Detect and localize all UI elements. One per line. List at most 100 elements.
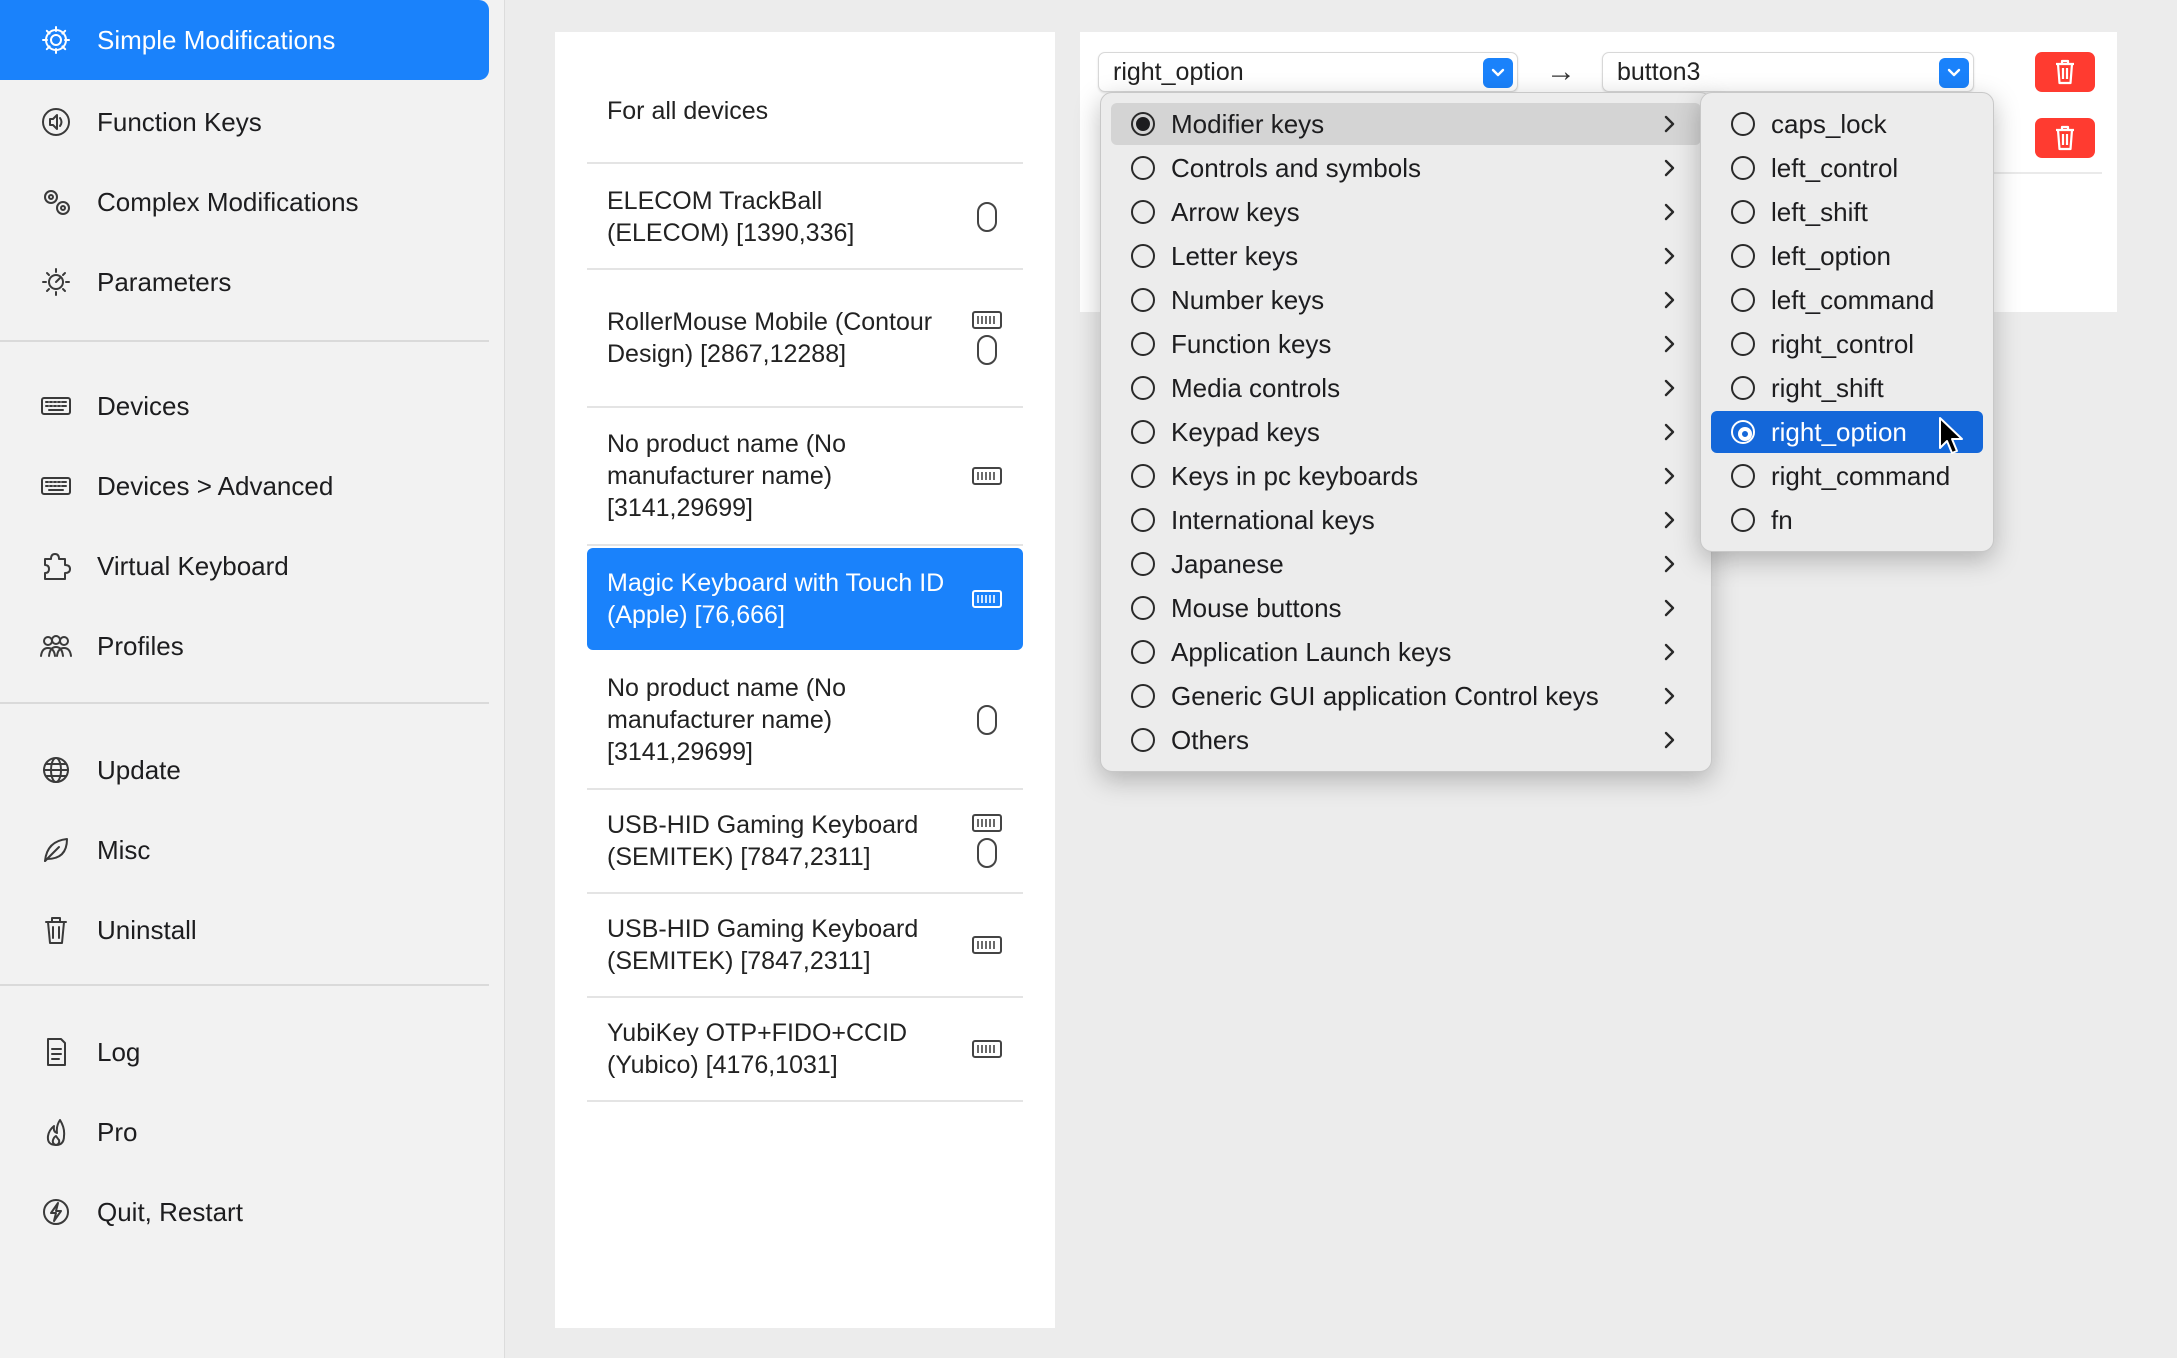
menu-item-label: Generic GUI application Control keys: [1171, 680, 1599, 711]
sidebar-divider: [0, 984, 489, 986]
sidebar-item-complex-modifications[interactable]: Complex Modifications: [0, 162, 489, 242]
menu-item-generic-gui-application-control-keys[interactable]: Generic GUI application Control keys: [1111, 675, 1701, 717]
leaf-icon: [38, 832, 74, 868]
sidebar-item-label: Devices > Advanced: [97, 470, 334, 501]
radio-icon: [1131, 244, 1155, 268]
menu-item-right-command[interactable]: right_command: [1711, 455, 1983, 497]
menu-item-label: right_shift: [1771, 372, 1884, 403]
menu-item-modifier-keys[interactable]: Modifier keys: [1111, 103, 1701, 145]
radio-icon: [1731, 112, 1755, 136]
device-list-item[interactable]: RollerMouse Mobile (Contour Design) [286…: [587, 270, 1023, 408]
sidebar-item-misc[interactable]: Misc: [0, 810, 489, 890]
trash-icon: [2056, 125, 2074, 151]
radio-icon: [1731, 332, 1755, 356]
menu-item-letter-keys[interactable]: Letter keys: [1111, 235, 1701, 277]
menu-item-media-controls[interactable]: Media controls: [1111, 367, 1701, 409]
menu-item-mouse-buttons[interactable]: Mouse buttons: [1111, 587, 1701, 629]
from-key-popup[interactable]: right_option: [1098, 52, 1518, 92]
menu-item-label: Japanese: [1171, 548, 1284, 579]
sidebar-item-parameters[interactable]: Parameters: [0, 242, 489, 322]
karabiner-settings-window: Simple Modifications Function Keys Complex…: [0, 0, 2177, 1358]
device-name: RollerMouse Mobile (Contour Design) [286…: [607, 308, 933, 368]
device-list-item[interactable]: USB-HID Gaming Keyboard (SEMITEK) [7847,…: [587, 790, 1023, 894]
menu-item-label: Modifier keys: [1171, 108, 1325, 139]
sidebar-item-simple-modifications[interactable]: Simple Modifications: [0, 0, 489, 80]
to-key-value: button3: [1617, 58, 1701, 86]
radio-icon: [1131, 728, 1155, 752]
device-type-icons: [967, 408, 1007, 544]
menu-item-international-keys[interactable]: International keys: [1111, 499, 1701, 541]
sidebar-item-devices[interactable]: Devices: [0, 366, 489, 446]
sidebar-item-label: Update: [97, 754, 181, 785]
radio-icon: [1131, 200, 1155, 224]
mouse-icon: [977, 202, 997, 232]
radio-icon: [1131, 420, 1155, 444]
menu-item-label: left_option: [1771, 240, 1891, 271]
device-type-icons: [967, 166, 1007, 268]
sidebar-item-label: Virtual Keyboard: [97, 550, 289, 581]
menu-item-function-keys[interactable]: Function keys: [1111, 323, 1701, 365]
device-list-item[interactable]: No product name (No manufacturer name) […: [587, 408, 1023, 546]
menu-item-label: Keys in pc keyboards: [1171, 460, 1419, 491]
globe-icon: [38, 752, 74, 788]
menu-item-label: Function keys: [1171, 328, 1332, 359]
menu-item-label: right_command: [1771, 460, 1951, 491]
sidebar-item-pro[interactable]: Pro: [0, 1092, 489, 1172]
menu-item-keys-in-pc-keyboards[interactable]: Keys in pc keyboards: [1111, 455, 1701, 497]
chevron-right-icon: [1664, 291, 1675, 309]
device-list-item[interactable]: USB-HID Gaming Keyboard (SEMITEK) [7847,…: [587, 894, 1023, 998]
sidebar-item-devices-advanced[interactable]: Devices > Advanced: [0, 446, 489, 526]
menu-item-keypad-keys[interactable]: Keypad keys: [1111, 411, 1701, 453]
menu-item-japanese[interactable]: Japanese: [1111, 543, 1701, 585]
sidebar-item-virtual-keyboard[interactable]: Virtual Keyboard: [0, 526, 489, 606]
menu-item-application-launch-keys[interactable]: Application Launch keys: [1111, 631, 1701, 673]
device-type-icons: [967, 790, 1007, 892]
radio-icon: [1131, 684, 1155, 708]
radio-icon: [1131, 288, 1155, 312]
sidebar-item-function-keys[interactable]: Function Keys: [0, 82, 489, 162]
menu-item-fn[interactable]: fn: [1711, 499, 1983, 541]
menu-item-right-shift[interactable]: right_shift: [1711, 367, 1983, 409]
device-type-icons: [967, 652, 1007, 788]
chevron-right-icon: [1664, 335, 1675, 353]
to-key-popup[interactable]: button3: [1602, 52, 1974, 92]
menu-item-left-control[interactable]: left_control: [1711, 147, 1983, 189]
sidebar-item-uninstall[interactable]: Uninstall: [0, 890, 489, 970]
menu-item-arrow-keys[interactable]: Arrow keys: [1111, 191, 1701, 233]
device-name: No product name (No manufacturer name) […: [607, 430, 847, 522]
sidebar-item-label: Log: [97, 1036, 141, 1067]
device-list: For all devices ELECOM TrackBall (ELECOM)…: [555, 32, 1055, 1328]
chevron-right-icon: [1664, 643, 1675, 661]
menu-item-left-option[interactable]: left_option: [1711, 235, 1983, 277]
menu-item-left-shift[interactable]: left_shift: [1711, 191, 1983, 233]
menu-item-caps-lock[interactable]: caps_lock: [1711, 103, 1983, 145]
sidebar-item-log[interactable]: Log: [0, 1012, 489, 1092]
device-list-item[interactable]: ELECOM TrackBall (ELECOM) [1390,336]: [587, 166, 1023, 270]
keyboard-icon: [38, 468, 74, 504]
menu-item-label: Controls and symbols: [1171, 152, 1421, 183]
device-list-item[interactable]: YubiKey OTP+FIDO+CCID (Yubico) [4176,103…: [587, 998, 1023, 1102]
device-list-item[interactable]: No product name (No manufacturer name) […: [587, 652, 1023, 790]
sidebar-item-quit-restart[interactable]: Quit, Restart: [0, 1172, 489, 1252]
menu-item-label: left_control: [1771, 152, 1899, 183]
radio-icon: [1131, 640, 1155, 664]
gear-icon: [38, 22, 74, 58]
delete-mapping-button[interactable]: [2035, 118, 2095, 158]
sidebar-item-update[interactable]: Update: [0, 730, 489, 810]
sidebar-item-label: Profiles: [97, 630, 184, 661]
menu-item-controls-and-symbols[interactable]: Controls and symbols: [1111, 147, 1701, 189]
menu-item-right-control[interactable]: right_control: [1711, 323, 1983, 365]
sidebar-item-profiles[interactable]: Profiles: [0, 606, 489, 686]
delete-mapping-button[interactable]: [2035, 52, 2095, 92]
device-list-item[interactable]: For all devices: [587, 60, 1023, 164]
keyboard-icon: [972, 467, 1002, 485]
menu-item-others[interactable]: Others: [1111, 719, 1701, 761]
menu-item-left-command[interactable]: left_command: [1711, 279, 1983, 321]
radio-icon: [1131, 596, 1155, 620]
sidebar-divider: [0, 702, 489, 704]
device-list-item[interactable]: Magic Keyboard with Touch ID (Apple) [76…: [587, 548, 1023, 650]
sidebar-item-label: Complex Modifications: [97, 186, 359, 217]
chevron-right-icon: [1664, 423, 1675, 441]
menu-item-number-keys[interactable]: Number keys: [1111, 279, 1701, 321]
device-name: Magic Keyboard with Touch ID (Apple) [76…: [607, 569, 945, 629]
